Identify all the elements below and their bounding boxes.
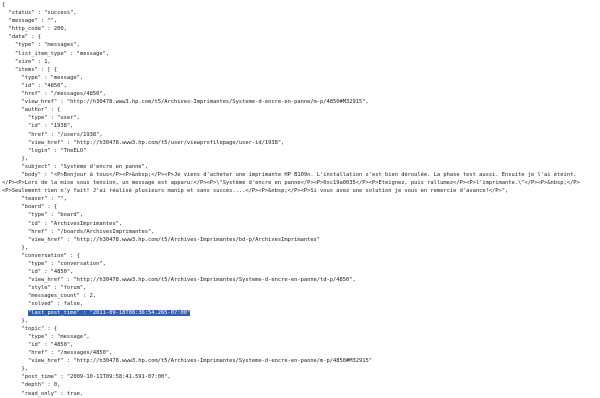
json-line: }, <box>2 366 28 373</box>
json-line: "size" : 1, <box>2 58 51 65</box>
json-line: "id" : "4850", <box>2 82 67 89</box>
json-line: "type" : "message", <box>2 74 84 81</box>
json-line: "style" : "forum", <box>2 285 87 292</box>
json-line: "messages_count" : 2, <box>2 293 97 300</box>
json-line: "teaser" : "", <box>2 196 67 203</box>
json-line: "depth" : 0, <box>2 382 61 389</box>
json-line: "subject" : "Système d'encre en panne", <box>2 163 149 170</box>
json-line: "view_href" : "http://h30478.www3.hp.com… <box>2 99 369 106</box>
json-line: "post_time" : "2009-10-11T09:58:41.591-0… <box>2 374 171 381</box>
json-line: "board" : { <box>2 204 58 211</box>
json-line: "message" : "", <box>2 18 58 25</box>
json-line: "solved" : false, <box>2 301 84 308</box>
json-line: "href" : "/boards/ArchivesImprimantes", <box>2 228 155 235</box>
json-line: "http_code" : 200, <box>2 26 67 33</box>
json-line: "type" : "messages", <box>2 42 80 49</box>
json-line: "login" : "TheELO" <box>2 147 87 154</box>
json-line: "read_only" : true, <box>2 390 84 397</box>
json-line: }, <box>2 155 28 162</box>
json-line: "href" : "/messages/4850", <box>2 350 113 357</box>
json-line: "topic" : { <box>2 325 58 332</box>
json-line: "type" : "board", <box>2 212 84 219</box>
json-line: "data" : { <box>2 34 41 41</box>
json-line: "body" : "<P>Bonjour à tous</P><P>&nbsp;… <box>2 171 577 178</box>
json-line: "list_item_type" : "message", <box>2 50 110 57</box>
json-line: }, <box>2 244 28 251</box>
json-line: "id" : "4850", <box>2 269 74 276</box>
json-line: "view_href" : "http://h30478.www3.hp.com… <box>2 236 321 243</box>
json-line: "author" : { <box>2 107 61 114</box>
json-line: "items" : [ { <box>2 66 58 73</box>
json-line: "status" : "success", <box>2 10 77 17</box>
json-line: "last_post_time" : "2011-09-18T08:36:54.… <box>2 309 598 317</box>
json-line: </P><P>Lors de la mise sous tension, un … <box>2 180 580 187</box>
json-line: "view_href" : "http://h30478.www3.hp.com… <box>2 358 372 365</box>
json-line: "view_href" : "http://h30478.www3.hp.com… <box>2 277 356 284</box>
json-line: "type" : "conversation", <box>2 261 106 267</box>
json-text-view[interactable]: { "status" : "success", "message" : "", … <box>2 1 598 398</box>
json-line: "conversation" : { <box>2 252 80 259</box>
json-line: "href" : "/messages/4850", <box>2 91 106 98</box>
json-line: "href" : "/users/1938", <box>2 131 103 138</box>
json-line-indent <box>2 310 28 316</box>
selected-text: "last_post_time" : "2011-09-18T08:36:54.… <box>27 309 191 316</box>
json-line: { <box>2 2 6 8</box>
json-line: <P>Seulement rien n'y fait! J'ai réalisé… <box>2 188 509 195</box>
json-line: "type" : "user", <box>2 115 80 122</box>
json-line: "view_href" : "http://h30478.www3.hp.com… <box>2 139 285 146</box>
json-line: }, <box>2 317 28 324</box>
json-line: "type" : "message", <box>2 333 90 340</box>
json-line: "id" : "1938", <box>2 123 74 130</box>
json-line: "id" : "ArchivesImprimantes", <box>2 220 123 227</box>
